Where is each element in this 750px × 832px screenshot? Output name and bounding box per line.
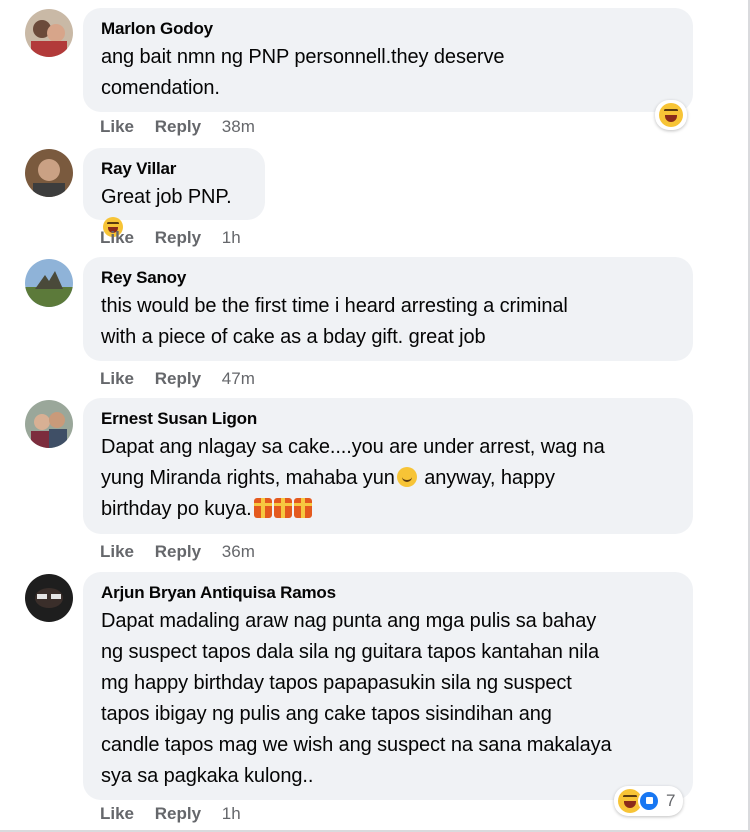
comment-bubble: Rey Sanoy this would be the first time i…	[83, 257, 693, 361]
comment-time[interactable]: 1h	[222, 804, 241, 823]
comment-time[interactable]: 36m	[222, 542, 255, 561]
reaction-badge[interactable]	[655, 100, 687, 130]
comment-text: Dapat ang nlagay sa cake....you are unde…	[101, 436, 605, 520]
comment-author[interactable]: Marlon Godoy	[101, 18, 675, 40]
like-button[interactable]: Like	[100, 804, 134, 823]
comment-author[interactable]: Ernest Susan Ligon	[101, 408, 675, 430]
smile-emoji-icon	[396, 467, 417, 487]
comment-bubble: Marlon Godoy ang bait nmn ng PNP personn…	[83, 8, 693, 112]
comment-actions: Like Reply 1h	[100, 804, 257, 824]
avatar[interactable]	[25, 9, 73, 57]
comment-actions: Like Reply 47m	[100, 369, 271, 389]
like-icon	[638, 790, 660, 812]
comment-author[interactable]: Rey Sanoy	[101, 267, 675, 289]
gift-icon	[293, 498, 312, 518]
comment-bubble: Arjun Bryan Antiquisa Ramos Dapat madali…	[83, 572, 693, 800]
comment-time[interactable]: 38m	[222, 117, 255, 136]
reply-button[interactable]: Reply	[155, 117, 201, 136]
avatar[interactable]	[25, 574, 73, 622]
comment-text: Dapat madaling araw nag punta ang mga pu…	[101, 610, 612, 787]
comment-actions: Like Reply 38m	[100, 117, 271, 137]
like-button[interactable]: Like	[100, 228, 134, 247]
like-button[interactable]: Like	[100, 369, 134, 388]
avatar[interactable]	[25, 400, 73, 448]
reaction-badge[interactable]: 7	[614, 786, 684, 816]
avatar[interactable]	[25, 259, 73, 307]
comment-text: this would be the first time i heard arr…	[101, 295, 568, 348]
comment-time[interactable]: 1h	[222, 228, 241, 247]
like-button[interactable]: Like	[100, 117, 134, 136]
comment-bubble: Ernest Susan Ligon Dapat ang nlagay sa c…	[83, 398, 693, 534]
comment-actions: Like Reply 36m	[100, 542, 271, 562]
reaction-count: 7	[666, 791, 676, 810]
reply-button[interactable]: Reply	[155, 804, 201, 823]
comment-time[interactable]: 47m	[222, 369, 255, 388]
like-button[interactable]: Like	[100, 542, 134, 561]
comment-bubble: Ray Villar Great job PNP.	[83, 148, 265, 237]
comment-author[interactable]: Ray Villar	[101, 158, 247, 180]
reply-button[interactable]: Reply	[155, 542, 201, 561]
gift-icon	[273, 498, 292, 518]
comment-actions: Like Reply 1h	[100, 228, 257, 248]
comment-text: ang bait nmn ng PNP personnell.they dese…	[101, 46, 505, 99]
avatar[interactable]	[25, 149, 73, 197]
reply-button[interactable]: Reply	[155, 369, 201, 388]
reply-button[interactable]: Reply	[155, 228, 201, 247]
gift-icon	[253, 498, 272, 518]
comment-author[interactable]: Arjun Bryan Antiquisa Ramos	[101, 582, 675, 604]
laugh-emoji-icon	[659, 103, 683, 127]
